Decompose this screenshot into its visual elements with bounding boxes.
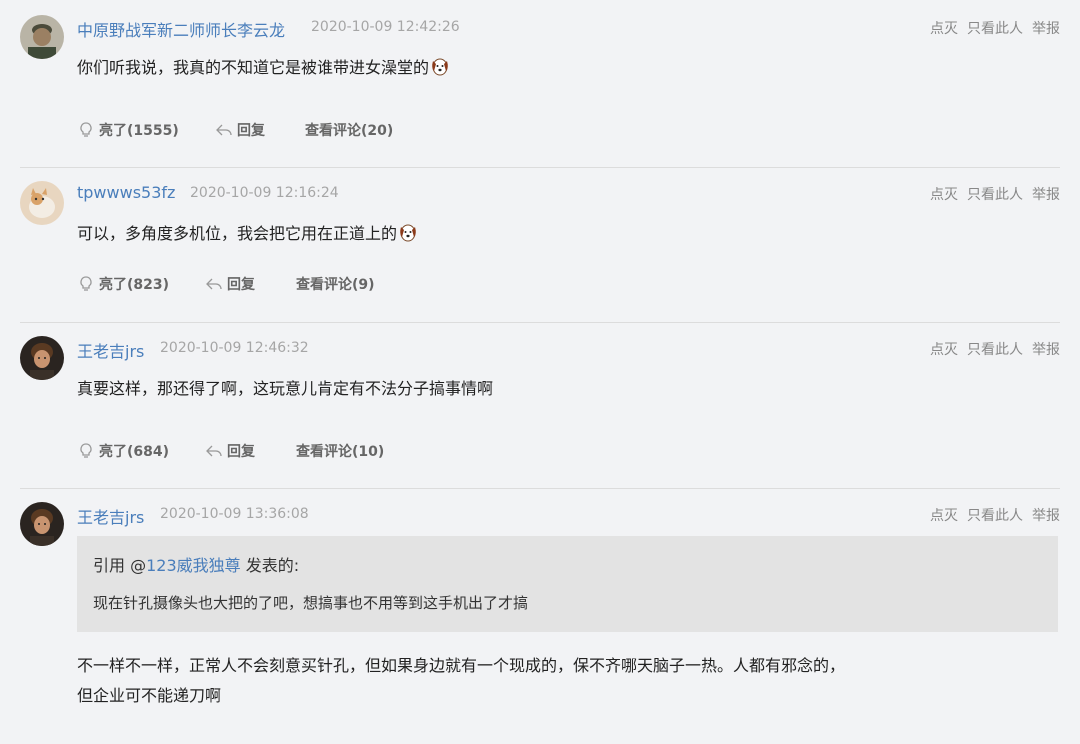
reply-icon — [206, 278, 222, 290]
like-button[interactable]: 亮了(684) — [77, 441, 169, 461]
reply-button[interactable]: 回复 — [205, 274, 255, 294]
only-this-user-button[interactable]: 只看此人 — [967, 187, 1023, 203]
reply-button[interactable]: 回复 — [215, 120, 265, 140]
dog-face-emoji-icon — [398, 222, 418, 246]
divider — [20, 322, 1060, 323]
comment-text-line: 但企业可不能递刀啊 — [77, 686, 222, 705]
comment-text: 可以，多角度多机位，我会把它用在正道上的 — [77, 220, 418, 246]
divider — [20, 488, 1060, 489]
lightbulb-icon — [80, 443, 92, 458]
username[interactable]: 王老吉jrs — [77, 504, 144, 528]
like-button[interactable]: 亮了(1555) — [77, 120, 179, 140]
reply-icon — [206, 445, 222, 457]
comment-actions: 点灭 只看此人 举报 — [921, 18, 1060, 38]
reply-icon — [216, 124, 232, 136]
username[interactable]: 中原野战军新二师师长李云龙 — [77, 17, 285, 41]
view-comments-button[interactable]: 查看评论(9) — [296, 274, 375, 294]
divider — [20, 167, 1060, 168]
dislike-button[interactable]: 点灭 — [930, 187, 958, 203]
report-button[interactable]: 举报 — [1032, 21, 1060, 37]
comment-text: 真要这样，那还得了啊，这玩意儿肯定有不法分子搞事情啊 — [77, 379, 494, 398]
like-button[interactable]: 亮了(823) — [77, 274, 169, 294]
timestamp: 2020-10-09 12:16:24 — [190, 185, 339, 201]
avatar[interactable] — [20, 181, 64, 225]
timestamp: 2020-10-09 12:42:26 — [311, 19, 460, 35]
only-this-user-button[interactable]: 只看此人 — [967, 342, 1023, 358]
only-this-user-button[interactable]: 只看此人 — [967, 21, 1023, 37]
dislike-button[interactable]: 点灭 — [930, 342, 958, 358]
report-button[interactable]: 举报 — [1032, 187, 1060, 203]
username[interactable]: 王老吉jrs — [77, 338, 144, 362]
quote-text: 现在针孔摄像头也大把的了吧，想搞事也不用等到这手机出了才搞 — [93, 594, 529, 612]
mention-link[interactable]: 123威我独尊 — [146, 556, 241, 575]
avatar[interactable] — [20, 15, 64, 59]
timestamp: 2020-10-09 13:36:08 — [160, 506, 309, 522]
dislike-button[interactable]: 点灭 — [930, 21, 958, 37]
comment-actions: 点灭 只看此人 举报 — [921, 505, 1060, 525]
comment-text-line: 不一样不一样，正常人不会刻意买针孔，但如果身边就有一个现成的，保不齐哪天脑子一热… — [77, 656, 846, 675]
comment-actions: 点灭 只看此人 举报 — [921, 339, 1060, 359]
avatar[interactable] — [20, 502, 64, 546]
dog-face-emoji-icon — [430, 56, 450, 80]
lightbulb-icon — [80, 276, 92, 291]
comment-text: 你们听我说，我真的不知道它是被谁带进女澡堂的 — [77, 54, 450, 80]
quote-header: 引用 @123威我独尊 发表的: — [93, 556, 300, 575]
view-comments-button[interactable]: 查看评论(10) — [296, 441, 384, 461]
only-this-user-button[interactable]: 只看此人 — [967, 508, 1023, 524]
lightbulb-icon — [80, 122, 92, 137]
view-comments-button[interactable]: 查看评论(20) — [305, 120, 393, 140]
dislike-button[interactable]: 点灭 — [930, 508, 958, 524]
report-button[interactable]: 举报 — [1032, 508, 1060, 524]
timestamp: 2020-10-09 12:46:32 — [160, 340, 309, 356]
quote-block: 引用 @123威我独尊 发表的: 现在针孔摄像头也大把的了吧，想搞事也不用等到这… — [77, 536, 1058, 632]
avatar[interactable] — [20, 336, 64, 380]
comment-actions: 点灭 只看此人 举报 — [921, 184, 1060, 204]
username[interactable]: tpwwws53fz — [77, 183, 175, 202]
report-button[interactable]: 举报 — [1032, 342, 1060, 358]
reply-button[interactable]: 回复 — [205, 441, 255, 461]
